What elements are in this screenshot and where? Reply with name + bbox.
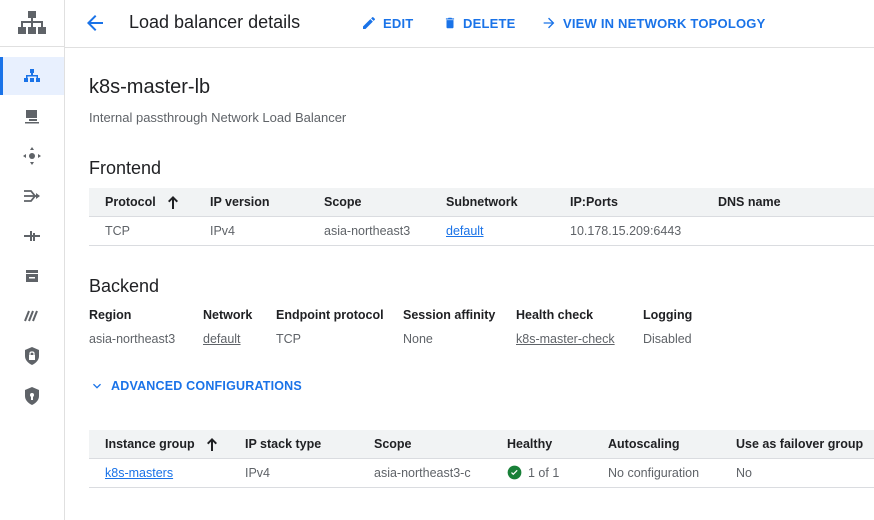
cell-ip-stack-type: IPv4 — [245, 466, 271, 480]
security-shield-icon — [25, 387, 39, 405]
backend-network-link[interactable]: default — [203, 332, 241, 346]
backend-table-header: Instance group IP stack type Scope Healt… — [89, 430, 874, 459]
frontend-table-header: Protocol IP version Scope Subnetwork IP:… — [89, 188, 874, 217]
table-row: k8s-masters IPv4 asia-northeast3-c 1 of … — [89, 459, 874, 488]
left-nav-rail — [0, 0, 65, 520]
rail-item-vpn[interactable] — [0, 217, 64, 255]
network-intelligence-icon — [24, 310, 38, 322]
sort-ascending-icon — [168, 196, 179, 210]
cell-ip-version: IPv4 — [210, 224, 236, 238]
rail-item-firewall[interactable] — [0, 377, 64, 415]
delete-button[interactable]: DELETE — [443, 14, 515, 32]
cell-autoscaling: No configuration — [608, 466, 700, 480]
page-title: Load balancer details — [129, 12, 301, 32]
view-network-topology-button[interactable]: VIEW IN NETWORK TOPOLOGY — [541, 14, 765, 32]
cell-scope: asia-northeast3 — [324, 224, 411, 238]
edit-button[interactable]: EDIT — [361, 14, 413, 32]
backend-label-network: Network — [203, 308, 253, 322]
backend-region-value: asia-northeast3 — [89, 332, 176, 346]
column-header-scope: Scope — [324, 195, 362, 209]
backend-label-health-check: Health check — [516, 308, 594, 322]
load-balancer-type: Internal passthrough Network Load Balanc… — [89, 110, 347, 125]
column-header-ip-version: IP version — [210, 195, 270, 209]
check-circle-icon — [507, 465, 522, 480]
cell-ip-ports: 10.178.15.209:6443 — [570, 224, 682, 238]
column-header-scope: Scope — [374, 437, 412, 451]
cloud-interconnect-icon — [25, 110, 39, 124]
column-header-ip-ports: IP:Ports — [570, 195, 618, 209]
advanced-configurations-toggle[interactable]: ADVANCED CONFIGURATIONS — [89, 378, 302, 394]
rail-item-network-intelligence[interactable] — [0, 297, 64, 335]
delete-label: DELETE — [463, 15, 516, 31]
column-header-dns-name: DNS name — [718, 195, 781, 209]
cell-failover-group: No — [736, 466, 752, 480]
chevron-down-icon — [93, 383, 101, 389]
column-header-autoscaling: Autoscaling — [608, 437, 680, 451]
backend-label-endpoint-protocol: Endpoint protocol — [276, 308, 384, 322]
rail-item-cloud-armor[interactable] — [0, 337, 64, 375]
back-button[interactable] — [83, 11, 107, 35]
health-check-link[interactable]: k8s-master-check — [516, 332, 615, 346]
backend-endpoint-protocol-value: TCP — [276, 332, 301, 346]
healthy-value: 1 of 1 — [528, 465, 560, 480]
arrow-forward-icon — [543, 17, 555, 29]
instance-group-link[interactable]: k8s-masters — [105, 466, 173, 480]
column-header-ip-stack-type: IP stack type — [245, 437, 322, 451]
pencil-icon — [363, 16, 376, 29]
backend-label-session-affinity: Session affinity — [403, 308, 496, 322]
backend-heading: Backend — [89, 276, 160, 296]
rail-item-storage[interactable] — [0, 257, 64, 295]
advanced-configurations-label: ADVANCED CONFIGURATIONS — [111, 379, 302, 393]
edit-label: EDIT — [383, 15, 414, 31]
column-header-subnetwork: Subnetwork — [446, 195, 518, 209]
backend-label-region: Region — [89, 308, 132, 322]
vpn-icon — [24, 231, 40, 241]
lock-shield-icon — [25, 347, 39, 365]
column-header-protocol[interactable]: Protocol — [105, 195, 179, 210]
product-logo[interactable] — [0, 0, 64, 47]
backend-session-affinity-value: None — [403, 332, 433, 346]
load-balancer-name: k8s-master-lb — [89, 76, 211, 98]
backend-label-logging: Logging — [643, 308, 693, 322]
load-balancing-icon — [24, 69, 40, 82]
backend-logging-value: Disabled — [643, 332, 692, 346]
column-header-instance-group[interactable]: Instance group — [105, 437, 218, 452]
frontend-heading: Frontend — [89, 158, 162, 178]
column-header-failover-group: Use as failover group — [736, 437, 864, 451]
cell-protocol: TCP — [105, 224, 130, 238]
trash-icon — [445, 17, 455, 29]
network-connectivity-icon — [23, 147, 41, 165]
table-row: TCP IPv4 asia-northeast3 default 10.178.… — [89, 217, 874, 246]
routes-icon — [24, 190, 40, 202]
network-hierarchy-icon — [18, 11, 46, 34]
cell-scope: asia-northeast3-c — [374, 466, 471, 480]
rail-item-load-balancing[interactable] — [0, 57, 64, 95]
arrow-back-icon — [87, 15, 103, 31]
storage-icon — [26, 270, 38, 282]
subnetwork-link[interactable]: default — [446, 224, 484, 238]
view-network-topology-label: VIEW IN NETWORK TOPOLOGY — [563, 15, 766, 31]
rail-item-network-connectivity[interactable] — [0, 137, 64, 175]
column-header-healthy: Healthy — [507, 437, 553, 451]
sort-ascending-icon — [207, 438, 218, 452]
rail-item-routes[interactable] — [0, 177, 64, 215]
cell-healthy: 1 of 1 — [507, 465, 559, 480]
rail-item-cloud-interconnect[interactable] — [0, 97, 64, 135]
top-bar: Load balancer details EDIT DELETE VIEW I… — [65, 0, 874, 48]
